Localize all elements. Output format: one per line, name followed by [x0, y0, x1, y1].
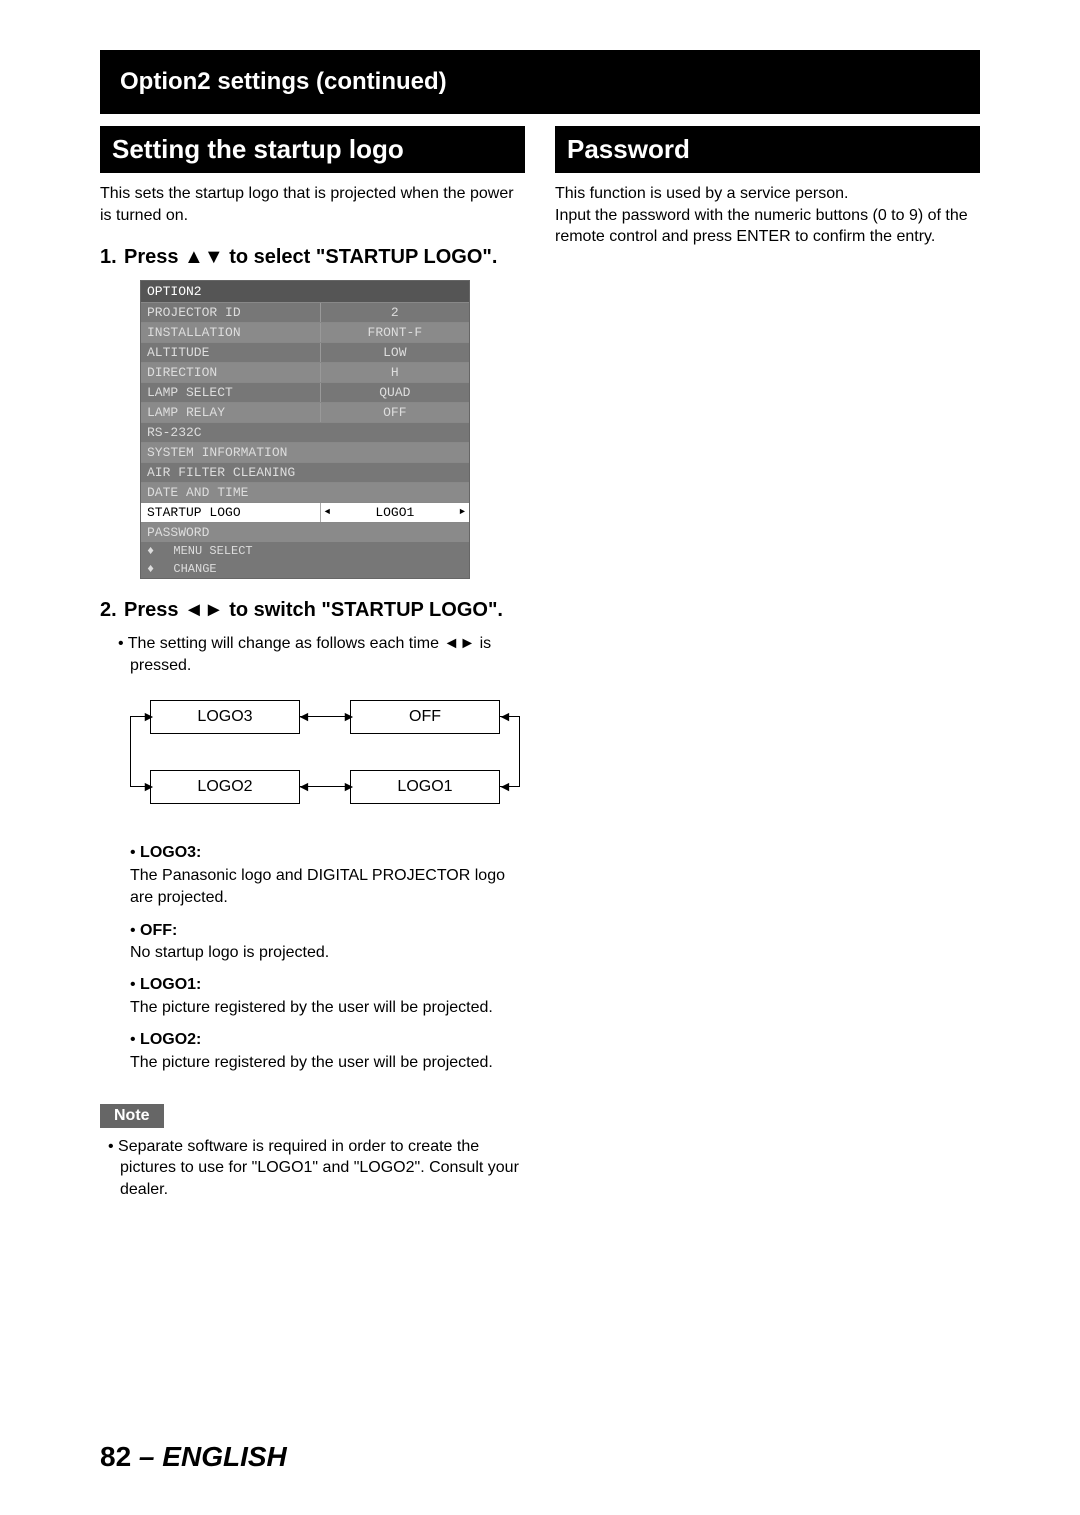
- osd-row-label: DIRECTION: [141, 363, 320, 382]
- definition-item: • LOGO1:The picture registered by the us…: [130, 974, 525, 1019]
- cycle-box-logo3: LOGO3: [150, 700, 300, 734]
- osd-row-label: SYSTEM INFORMATION: [141, 443, 469, 462]
- page-number: 82: [100, 1441, 131, 1472]
- step-1-text: Press ▲▼ to select "STARTUP LOGO".: [124, 246, 497, 268]
- osd-row: INSTALLATIONFRONT-F: [141, 322, 469, 342]
- definition-item: • LOGO2:The picture registered by the us…: [130, 1029, 525, 1074]
- osd-row-label: DATE AND TIME: [141, 483, 469, 502]
- definition-item: • OFF:No startup logo is projected.: [130, 920, 525, 965]
- page-footer: 82 – ENGLISH: [100, 1441, 980, 1473]
- step-2-text: Press ◄► to switch "STARTUP LOGO".: [124, 599, 503, 621]
- osd-row: AIR FILTER CLEANING: [141, 462, 469, 482]
- osd-row-value: LOGO1◄►: [320, 503, 469, 522]
- osd-row-value: OFF: [320, 403, 469, 422]
- osd-row-value: 2: [320, 303, 469, 322]
- definition-item: • LOGO3:The Panasonic logo and DIGITAL P…: [130, 842, 525, 909]
- osd-row: RS-232C: [141, 422, 469, 442]
- osd-row: ALTITUDELOW: [141, 342, 469, 362]
- osd-footer-line-1: ♦ MENU SELECT: [141, 542, 469, 560]
- osd-row: LAMP SELECTQUAD: [141, 382, 469, 402]
- password-text: This function is used by a service perso…: [555, 183, 980, 248]
- osd-menu: OPTION2 PROJECTOR ID2INSTALLATIONFRONT-F…: [140, 280, 470, 579]
- osd-row-value: LOW: [320, 343, 469, 362]
- osd-row-label: LAMP SELECT: [141, 383, 320, 402]
- cycle-box-off: OFF: [350, 700, 500, 734]
- note-text: • Separate software is required in order…: [120, 1136, 525, 1201]
- cycle-diagram: LOGO3 OFF LOGO2 LOGO1 ◄ ► ◄ ► ► ►: [120, 690, 520, 820]
- step-2-bullet: • The setting will change as follows eac…: [130, 633, 525, 676]
- section-title-startup-logo: Setting the startup logo: [100, 126, 525, 173]
- osd-row: DIRECTIONH: [141, 362, 469, 382]
- right-column: Password This function is used by a serv…: [555, 126, 980, 1201]
- definitions-list: • LOGO3:The Panasonic logo and DIGITAL P…: [130, 842, 525, 1074]
- osd-row-label: LAMP RELAY: [141, 403, 320, 422]
- osd-row-value: FRONT-F: [320, 323, 469, 342]
- osd-footer-line-2: ♦ CHANGE: [141, 560, 469, 578]
- osd-row-label: PASSWORD: [141, 523, 469, 542]
- osd-row-value: H: [320, 363, 469, 382]
- page-language: ENGLISH: [162, 1441, 286, 1472]
- osd-footer-text-1: MENU SELECT: [173, 544, 252, 558]
- osd-footer-text-2: CHANGE: [173, 562, 216, 576]
- osd-row-label: PROJECTOR ID: [141, 303, 320, 322]
- triangle-left-icon: ◄: [325, 507, 330, 517]
- note-label: Note: [100, 1104, 164, 1128]
- left-column: Setting the startup logo This sets the s…: [100, 126, 525, 1201]
- osd-row-label: RS-232C: [141, 423, 469, 442]
- intro-text: This sets the startup logo that is proje…: [100, 183, 525, 226]
- osd-row-label: INSTALLATION: [141, 323, 320, 342]
- page-header: Option2 settings (continued): [100, 50, 980, 114]
- step-2-heading: 2.Press ◄► to switch "STARTUP LOGO".: [100, 597, 525, 623]
- section-title-password: Password: [555, 126, 980, 173]
- osd-menu-title: OPTION2: [141, 281, 469, 302]
- osd-row: LAMP RELAYOFF: [141, 402, 469, 422]
- osd-row: PASSWORD: [141, 522, 469, 542]
- cycle-box-logo1: LOGO1: [350, 770, 500, 804]
- cycle-box-logo2: LOGO2: [150, 770, 300, 804]
- page-container: Option2 settings (continued) Setting the…: [0, 0, 1080, 1503]
- osd-row: DATE AND TIME: [141, 482, 469, 502]
- osd-row: PROJECTOR ID2: [141, 302, 469, 322]
- osd-row-value: QUAD: [320, 383, 469, 402]
- osd-row: SYSTEM INFORMATION: [141, 442, 469, 462]
- step-1-heading: 1.Press ▲▼ to select "STARTUP LOGO".: [100, 244, 525, 270]
- triangle-right-icon: ►: [460, 507, 465, 517]
- osd-row-label: ALTITUDE: [141, 343, 320, 362]
- osd-row: STARTUP LOGOLOGO1◄►: [141, 502, 469, 522]
- osd-row-label: AIR FILTER CLEANING: [141, 463, 469, 482]
- osd-row-label: STARTUP LOGO: [141, 503, 320, 522]
